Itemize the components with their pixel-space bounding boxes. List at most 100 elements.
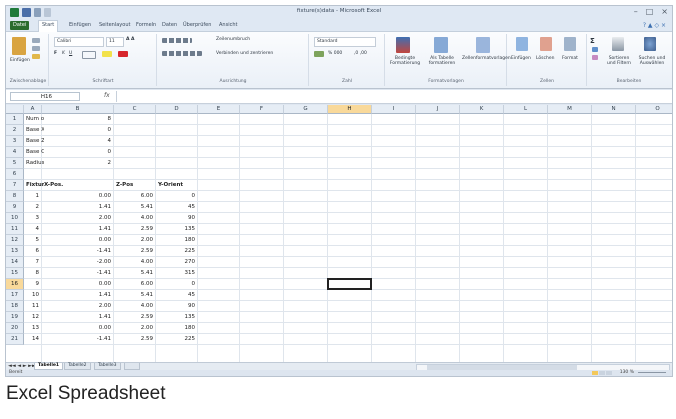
cell-a3[interactable]: Base Z — [24, 136, 44, 147]
tab-review[interactable]: Überprüfen — [180, 21, 214, 30]
cell-b3[interactable]: 4 — [42, 136, 114, 147]
column-header-l[interactable]: L — [504, 105, 548, 114]
grow-font-icon[interactable]: A A — [126, 37, 135, 42]
font-color-icon[interactable] — [118, 51, 128, 57]
copy-icon[interactable] — [32, 46, 40, 51]
cell-a18[interactable]: 11 — [24, 301, 42, 312]
cell-b16[interactable]: 0.00 — [42, 279, 114, 290]
cell-d2[interactable] — [156, 125, 198, 136]
wrap-text-button[interactable]: Zeilenumbruch — [216, 37, 250, 42]
row-header-19[interactable]: 19 — [6, 312, 24, 323]
column-header-e[interactable]: E — [198, 105, 240, 114]
row-header-12[interactable]: 12 — [6, 235, 24, 246]
row-header-7[interactable]: 7 — [6, 180, 24, 191]
cell-c13[interactable]: 2.59 — [114, 246, 156, 257]
row-header-3[interactable]: 3 — [6, 136, 24, 147]
tab-file[interactable]: Datei — [10, 21, 30, 30]
cell-a20[interactable]: 13 — [24, 323, 42, 334]
row-header-13[interactable]: 13 — [6, 246, 24, 257]
row-header-18[interactable]: 18 — [6, 301, 24, 312]
cell-a21[interactable]: 14 — [24, 334, 42, 345]
cell-c18[interactable]: 4.00 — [114, 301, 156, 312]
cell-d11[interactable]: 135 — [156, 224, 198, 235]
cell-a16[interactable]: 9 — [24, 279, 42, 290]
border-icon[interactable] — [82, 51, 96, 59]
cell-a13[interactable]: 6 — [24, 246, 42, 257]
active-cell-selection[interactable] — [327, 278, 372, 290]
tab-home[interactable]: Start — [38, 20, 59, 32]
cell-a6[interactable] — [24, 169, 42, 180]
cell-b9[interactable]: 1.41 — [42, 202, 114, 213]
cell-b7[interactable]: X-Pos. — [42, 180, 116, 191]
insert-cells-button[interactable]: Einfügen — [511, 56, 531, 61]
tab-page-layout[interactable]: Seitenlayout — [96, 21, 133, 30]
tab-formulas[interactable]: Formeln — [133, 21, 159, 30]
format-as-table-button[interactable]: Als Tabelle formatieren — [426, 56, 458, 66]
delete-cells-icon[interactable] — [540, 37, 552, 51]
close-button[interactable]: × — [661, 7, 668, 16]
cell-b14[interactable]: -2.00 — [42, 257, 114, 268]
cell-a12[interactable]: 5 — [24, 235, 42, 246]
merge-center-button[interactable]: Verbinden und zentrieren — [216, 51, 273, 56]
bold-icon[interactable]: F — [54, 51, 57, 56]
cell-a9[interactable]: 2 — [24, 202, 42, 213]
insert-cells-icon[interactable] — [516, 37, 528, 51]
fill-color-icon[interactable] — [102, 51, 112, 57]
italic-icon[interactable]: K — [62, 51, 65, 56]
cell-c19[interactable]: 2.59 — [114, 312, 156, 323]
row-header-21[interactable]: 21 — [6, 334, 24, 345]
format-painter-icon[interactable] — [32, 54, 40, 59]
select-all-corner[interactable] — [6, 105, 24, 114]
insert-function-icon[interactable]: fx — [104, 92, 110, 99]
cell-c12[interactable]: 2.00 — [114, 235, 156, 246]
cell-c20[interactable]: 2.00 — [114, 323, 156, 334]
cell-d7[interactable]: Y-Orient — [156, 180, 200, 191]
page-layout-view-icon[interactable] — [599, 371, 605, 375]
delete-cells-button[interactable]: Löschen — [536, 56, 554, 61]
cell-d15[interactable]: 315 — [156, 268, 198, 279]
column-header-n[interactable]: N — [592, 105, 636, 114]
ribbon-help-icons[interactable]: ? ▲ ◇ × — [643, 22, 666, 29]
cell-a10[interactable]: 3 — [24, 213, 42, 224]
cell-c11[interactable]: 2.59 — [114, 224, 156, 235]
cell-c4[interactable] — [114, 147, 156, 158]
align-horizontal-icons[interactable] — [162, 51, 202, 56]
cell-c5[interactable] — [114, 158, 156, 169]
paste-button[interactable]: Einfügen — [10, 58, 30, 63]
new-sheet-tab-icon[interactable] — [124, 363, 140, 370]
column-header-o[interactable]: O — [636, 105, 672, 114]
cell-b2[interactable]: 0 — [42, 125, 114, 136]
cell-c7[interactable]: Z-Pos — [114, 180, 158, 191]
cell-d3[interactable] — [156, 136, 198, 147]
cell-c15[interactable]: 5.41 — [114, 268, 156, 279]
cell-d9[interactable]: 45 — [156, 202, 198, 213]
cell-c14[interactable]: 4.00 — [114, 257, 156, 268]
row-header-5[interactable]: 5 — [6, 158, 24, 169]
normal-view-icon[interactable] — [592, 371, 598, 375]
sheet-nav-arrows[interactable]: ◄◄ ◄ ► ►► — [8, 363, 36, 370]
cell-a2[interactable]: Base X — [24, 125, 44, 136]
cell-b20[interactable]: 0.00 — [42, 323, 114, 334]
row-header-15[interactable]: 15 — [6, 268, 24, 279]
cell-b13[interactable]: -1.41 — [42, 246, 114, 257]
cell-b18[interactable]: 2.00 — [42, 301, 114, 312]
format-cells-button[interactable]: Format — [562, 56, 578, 61]
percent-icon[interactable]: % 000 — [328, 51, 342, 56]
cell-b1[interactable]: 8 — [42, 114, 114, 125]
format-cells-icon[interactable] — [564, 37, 576, 51]
column-header-i[interactable]: I — [372, 105, 416, 114]
paste-icon[interactable] — [12, 37, 26, 55]
cell-d12[interactable]: 180 — [156, 235, 198, 246]
worksheet-grid[interactable]: ABCDEFGHIJKLMNO1Num of Fixtures82Base X0… — [6, 105, 672, 362]
row-header-8[interactable]: 8 — [6, 191, 24, 202]
cell-b8[interactable]: 0.00 — [42, 191, 114, 202]
minimize-button[interactable]: – — [634, 7, 638, 16]
cell-a19[interactable]: 12 — [24, 312, 42, 323]
column-header-m[interactable]: M — [548, 105, 592, 114]
row-header-11[interactable]: 11 — [6, 224, 24, 235]
row-header-17[interactable]: 17 — [6, 290, 24, 301]
cell-a1[interactable]: Num of Fixtures — [24, 114, 44, 125]
maximize-button[interactable]: □ — [646, 7, 654, 16]
cell-b12[interactable]: 0.00 — [42, 235, 114, 246]
tab-data[interactable]: Daten — [159, 21, 180, 30]
